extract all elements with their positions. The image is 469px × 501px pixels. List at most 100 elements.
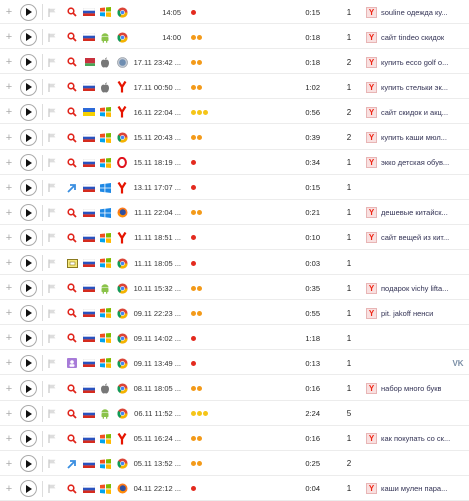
keyword-text[interactable]: купить каши мюл...: [381, 133, 447, 142]
expand-plus-icon[interactable]: +: [4, 351, 14, 375]
play-button[interactable]: [18, 0, 38, 24]
search-keyword[interactable]: Yкак покупать со ск...: [366, 427, 466, 451]
search-keyword[interactable]: Yкаши мулен пара...: [366, 477, 466, 501]
flag-icon[interactable]: [47, 50, 57, 74]
flag-icon[interactable]: [47, 377, 57, 401]
search-keyword[interactable]: Yкупить каши мюл...: [366, 126, 466, 150]
expand-plus-icon[interactable]: +: [4, 0, 14, 24]
visit-row[interactable]: +08.11 18:05 ... 0:16 1 Yнабор много букв: [0, 377, 469, 401]
expand-plus-icon[interactable]: +: [4, 126, 14, 150]
search-keyword[interactable]: Yсайт скидок и акц...: [366, 100, 466, 124]
play-button[interactable]: [18, 201, 38, 225]
visit-row[interactable]: +10.11 15:32 ... 0:35 1 Yподарок vichy lift…: [0, 276, 469, 301]
expand-plus-icon[interactable]: +: [4, 427, 14, 451]
search-keyword[interactable]: Yнабор много букв: [366, 377, 466, 401]
keyword-text[interactable]: сайт вещей из кит...: [381, 233, 449, 242]
visit-row[interactable]: +15.11 18:19 ... 0:34 1 Yэкко детская обув.…: [0, 151, 469, 175]
flag-icon[interactable]: [47, 201, 57, 225]
expand-plus-icon[interactable]: +: [4, 377, 14, 401]
visit-row[interactable]: +11.11 18:05 ... 0:03 1: [0, 251, 469, 275]
visit-row[interactable]: +11.11 18:51 ... 0:10 1 Yсайт вещей из кит.…: [0, 226, 469, 250]
keyword-text[interactable]: сайт скидок и акц...: [381, 108, 448, 117]
flag-icon[interactable]: [47, 126, 57, 150]
visit-row[interactable]: +05.11 13:52 ... 0:25 2: [0, 452, 469, 476]
play-button[interactable]: [18, 126, 38, 150]
visit-row[interactable]: +09.11 14:02 ... 1:18 1: [0, 326, 469, 351]
visit-row[interactable]: +09.11 13:49 ... 0:13 1 VK: [0, 351, 469, 376]
flag-icon[interactable]: [47, 251, 57, 275]
play-button[interactable]: [18, 276, 38, 300]
play-button[interactable]: [18, 176, 38, 200]
search-keyword[interactable]: Yкупить стельки эк...: [366, 75, 466, 99]
flag-icon[interactable]: [47, 0, 57, 24]
search-keyword[interactable]: Yкупить ecco golf о...: [366, 50, 466, 74]
play-button[interactable]: [18, 326, 38, 350]
search-keyword[interactable]: Yсайт вещей из кит...: [366, 226, 466, 250]
play-button[interactable]: [18, 151, 38, 175]
keyword-text[interactable]: дешевые китайск...: [381, 208, 448, 217]
keyword-text[interactable]: souline одежда ку...: [381, 8, 448, 17]
visit-row[interactable]: +15.11 20:43 ... 0:39 2 Yкупить каши мюл...: [0, 126, 469, 150]
flag-icon[interactable]: [47, 351, 57, 375]
search-keyword[interactable]: Ypit. jakoff ненси: [366, 301, 466, 325]
visit-row[interactable]: +17.11 23:42 ... 0:18 2 Yкупить ecco golf о…: [0, 50, 469, 75]
keyword-text[interactable]: экко детская обув...: [381, 158, 449, 167]
visit-row[interactable]: +05.11 16:24 ... 0:16 1 Yкак покупать со ск…: [0, 427, 469, 451]
flag-icon[interactable]: [47, 226, 57, 250]
keyword-text[interactable]: подарок vichy lifta...: [381, 284, 448, 293]
play-button[interactable]: [18, 301, 38, 325]
keyword-text[interactable]: купить стельки эк...: [381, 83, 448, 92]
play-button[interactable]: [18, 477, 38, 501]
search-keyword[interactable]: Ysouline одежда ку...: [366, 0, 466, 24]
visit-row[interactable]: +13.11 17:07 ... 0:15 1: [0, 176, 469, 200]
flag-icon[interactable]: [47, 75, 57, 99]
visit-row[interactable]: +16.11 22:04 ... 0:56 2 Yсайт скидок и акц.…: [0, 100, 469, 125]
play-button[interactable]: [18, 351, 38, 375]
expand-plus-icon[interactable]: +: [4, 326, 14, 350]
flag-icon[interactable]: [47, 402, 57, 426]
expand-plus-icon[interactable]: +: [4, 100, 14, 124]
play-button[interactable]: [18, 377, 38, 401]
play-button[interactable]: [18, 226, 38, 250]
visit-row[interactable]: +17.11 00:50 ... 1:02 1 Yкупить стельки эк.…: [0, 75, 469, 100]
play-button[interactable]: [18, 402, 38, 426]
search-keyword[interactable]: Yдешевые китайск...: [366, 201, 466, 225]
play-button[interactable]: [18, 251, 38, 275]
visit-row[interactable]: +06.11 11:52 ... 2:24 5: [0, 402, 469, 426]
play-button[interactable]: [18, 427, 38, 451]
flag-icon[interactable]: [47, 452, 57, 476]
expand-plus-icon[interactable]: +: [4, 50, 14, 74]
keyword-text[interactable]: как покупать со ск...: [381, 434, 450, 443]
keyword-text[interactable]: каши мулен пара...: [381, 484, 447, 493]
expand-plus-icon[interactable]: +: [4, 276, 14, 300]
flag-icon[interactable]: [47, 477, 57, 501]
keyword-text[interactable]: набор много букв: [381, 384, 441, 393]
flag-icon[interactable]: [47, 151, 57, 175]
expand-plus-icon[interactable]: +: [4, 25, 14, 49]
expand-plus-icon[interactable]: +: [4, 176, 14, 200]
search-keyword[interactable]: Yподарок vichy lifta...: [366, 276, 466, 300]
play-button[interactable]: [18, 25, 38, 49]
play-button[interactable]: [18, 100, 38, 124]
expand-plus-icon[interactable]: +: [4, 151, 14, 175]
keyword-text[interactable]: сайт tindeo скидок: [381, 33, 444, 42]
visit-row[interactable]: +11.11 22:04 ... 0:21 1 Yдешевые китайск...: [0, 201, 469, 225]
flag-icon[interactable]: [47, 326, 57, 350]
keyword-text[interactable]: pit. jakoff ненси: [381, 309, 433, 318]
expand-plus-icon[interactable]: +: [4, 301, 14, 325]
play-button[interactable]: [18, 50, 38, 74]
expand-plus-icon[interactable]: +: [4, 477, 14, 501]
keyword-text[interactable]: купить ecco golf о...: [381, 58, 448, 67]
flag-icon[interactable]: [47, 301, 57, 325]
expand-plus-icon[interactable]: +: [4, 402, 14, 426]
search-keyword[interactable]: Yэкко детская обув...: [366, 151, 466, 175]
flag-icon[interactable]: [47, 276, 57, 300]
expand-plus-icon[interactable]: +: [4, 226, 14, 250]
expand-plus-icon[interactable]: +: [4, 251, 14, 275]
flag-icon[interactable]: [47, 427, 57, 451]
flag-icon[interactable]: [47, 176, 57, 200]
flag-icon[interactable]: [47, 25, 57, 49]
expand-plus-icon[interactable]: +: [4, 75, 14, 99]
expand-plus-icon[interactable]: +: [4, 201, 14, 225]
search-keyword[interactable]: Yсайт tindeo скидок: [366, 25, 466, 49]
